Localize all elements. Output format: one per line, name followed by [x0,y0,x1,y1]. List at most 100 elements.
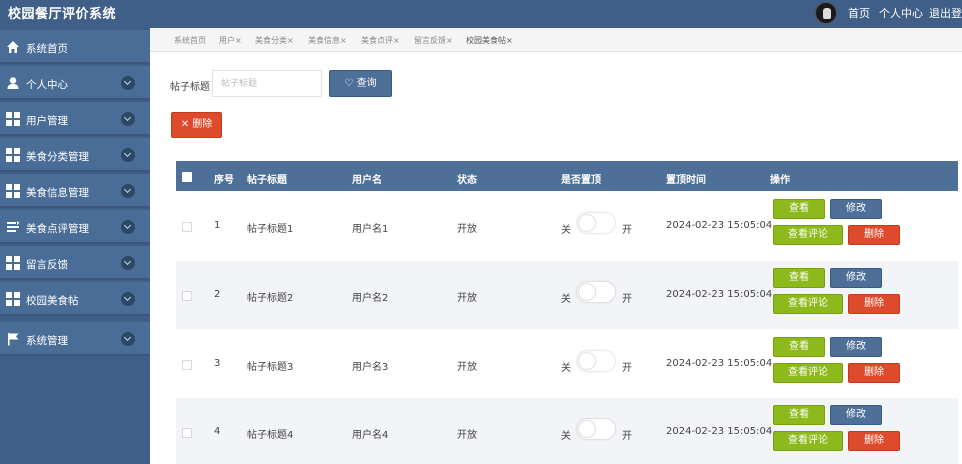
grid-icon [6,256,20,270]
edit-button[interactable]: 修改 [830,199,882,219]
view-button[interactable]: 查看 [773,337,825,357]
cell-username: 用户名1 [352,224,389,235]
chevron-down-icon[interactable] [121,76,135,90]
column-header-status: 状态 [457,175,477,186]
grid-icon [6,292,20,306]
cell-pin-time: 2024-02-23 15:05:04 [666,289,773,300]
view-comments-button[interactable]: 查看评论 [773,363,843,383]
row-checkbox[interactable] [182,428,192,438]
toggle-off-label: 关 [561,363,571,374]
delete-button[interactable]: 删除 [848,431,900,451]
cell-pin-time: 2024-02-23 15:05:04 [666,220,773,231]
view-comments-button[interactable]: 查看评论 [773,431,843,451]
tab-feedback[interactable]: 留言反馈× [414,35,453,46]
cell-status: 开放 [457,430,477,441]
table-row: 1 帖子标题1 用户名1 开放 关 开 2024-02-23 15:05:04 … [176,192,958,260]
search-input[interactable] [212,70,322,97]
pin-toggle-switch[interactable] [577,419,615,439]
cell-username: 用户名2 [352,293,389,304]
chevron-down-icon[interactable] [121,220,135,234]
sidebar-item-label: 用户管理 [26,115,68,127]
cell-pin-time: 2024-02-23 15:05:04 [666,358,773,369]
tab-home[interactable]: 系统首页 [174,35,206,46]
cell-title: 帖子标题2 [247,293,294,304]
column-header-username: 用户名 [352,175,382,186]
table-row: 4 帖子标题4 用户名4 开放 关 开 2024-02-23 15:05:04 … [176,398,958,464]
tab-bar: 系统首页 用户× 美食分类× 美食信息× 美食点评× 留言反馈× 校园美食帖× [150,28,962,52]
toggle-off-label: 关 [561,294,571,305]
grid-icon [6,148,20,162]
nav-logout-link[interactable]: 退出登录 [929,5,962,21]
batch-delete-button[interactable]: ✕ 删除 [171,112,222,138]
avatar[interactable] [815,2,837,24]
search-button[interactable]: ♡ 查询 [329,70,392,97]
cell-username: 用户名4 [352,430,389,441]
cell-index: 1 [214,220,221,231]
pin-toggle-switch[interactable] [577,351,615,371]
view-comments-button[interactable]: 查看评论 [773,294,843,314]
sidebar-item-label: 个人中心 [26,79,68,91]
delete-button[interactable]: 删除 [848,294,900,314]
chevron-down-icon[interactable] [121,112,135,126]
chevron-down-icon[interactable] [121,292,135,306]
flag-icon [8,333,19,346]
cell-title: 帖子标题3 [247,362,294,373]
sidebar-item-users[interactable]: 用户管理 [0,102,150,136]
sidebar-item-feedback[interactable]: 留言反馈 [0,246,150,280]
column-header-actions: 操作 [770,175,790,186]
sidebar-item-food-review[interactable]: 美食点评管理 [0,210,150,244]
column-header-title: 帖子标题 [247,175,287,186]
sidebar-item-system[interactable]: 系统管理 [0,322,150,356]
cell-pin-time: 2024-02-23 15:05:04 [666,426,773,437]
cell-status: 开放 [457,293,477,304]
tab-food-info[interactable]: 美食信息× [308,35,347,46]
nav-home-link[interactable]: 首页 [848,5,870,21]
toggle-on-label: 开 [622,363,632,374]
cell-title: 帖子标题4 [247,430,294,441]
toggle-off-label: 关 [561,225,571,236]
pin-toggle-switch[interactable] [577,282,615,302]
sidebar-item-label: 系统管理 [26,335,68,347]
nav-profile-link[interactable]: 个人中心 [879,5,923,21]
table-row: 2 帖子标题2 用户名2 开放 关 开 2024-02-23 15:05:04 … [176,261,958,329]
sidebar-item-label: 系统首页 [26,43,68,55]
chevron-down-icon[interactable] [121,332,135,346]
select-all-checkbox[interactable] [182,172,192,182]
sidebar-item-label: 美食分类管理 [26,151,89,163]
edit-button[interactable]: 修改 [830,268,882,288]
search-label: 帖子标题 [170,82,210,93]
grid-icon [6,112,20,126]
row-checkbox[interactable] [182,222,192,232]
grid-icon [6,184,20,198]
app-title: 校园餐厅评价系统 [8,7,117,22]
chevron-down-icon[interactable] [121,184,135,198]
sidebar-item-label: 校园美食帖 [26,295,79,307]
view-comments-button[interactable]: 查看评论 [773,225,843,245]
tab-food-review[interactable]: 美食点评× [361,35,400,46]
sidebar-item-food-posts[interactable]: 校园美食帖 [0,282,150,316]
edit-button[interactable]: 修改 [830,405,882,425]
delete-button[interactable]: 删除 [848,363,900,383]
view-button[interactable]: 查看 [773,268,825,288]
toggle-on-label: 开 [622,431,632,442]
chevron-down-icon[interactable] [121,256,135,270]
sidebar-item-food-info[interactable]: 美食信息管理 [0,174,150,208]
tab-food-posts[interactable]: 校园美食帖× [466,35,513,46]
sidebar-item-home[interactable]: 系统首页 [0,30,150,64]
chevron-down-icon[interactable] [121,148,135,162]
view-button[interactable]: 查看 [773,405,825,425]
table-header: 序号 帖子标题 用户名 状态 是否置顶 置顶时间 操作 [176,161,958,191]
sidebar-item-label: 美食点评管理 [26,223,89,235]
row-checkbox[interactable] [182,360,192,370]
view-button[interactable]: 查看 [773,199,825,219]
sidebar-item-profile[interactable]: 个人中心 [0,66,150,100]
edit-button[interactable]: 修改 [830,337,882,357]
cell-title: 帖子标题1 [247,224,294,235]
tab-food-category[interactable]: 美食分类× [255,35,294,46]
pin-toggle-switch[interactable] [577,213,615,233]
tab-users[interactable]: 用户× [219,35,242,46]
delete-button[interactable]: 删除 [848,225,900,245]
sidebar-item-food-category[interactable]: 美食分类管理 [0,138,150,172]
row-checkbox[interactable] [182,291,192,301]
toggle-on-label: 开 [622,294,632,305]
